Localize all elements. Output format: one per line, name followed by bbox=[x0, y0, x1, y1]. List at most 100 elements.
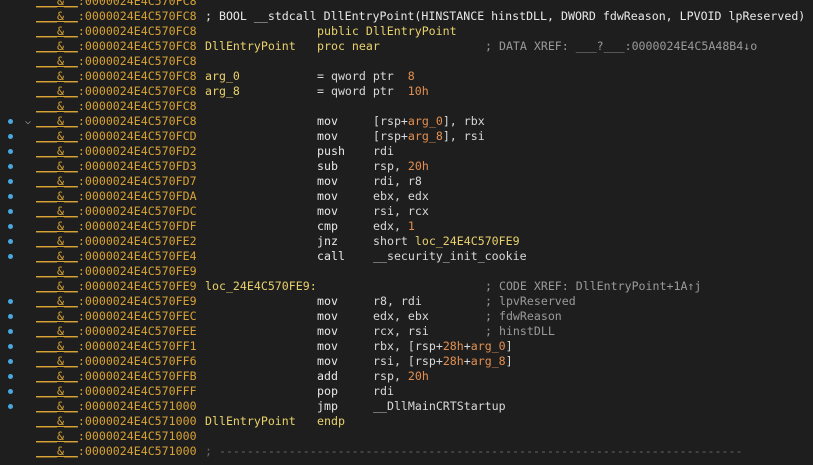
instruction-mnemonic[interactable]: sub bbox=[317, 159, 373, 174]
collapse-chevron-icon[interactable]: ⌵ bbox=[25, 114, 31, 129]
line-label[interactable]: loc_24E4C570FE9: bbox=[205, 279, 317, 294]
listing-line[interactable]: ___&__:0000024E4C570FCD mov [rsp+arg_8], r… bbox=[8, 129, 813, 144]
listing-line[interactable]: ___&__:0000024E4C570FDA mov ebx, edx bbox=[8, 189, 813, 204]
line-address[interactable]: ___&__:0000024E4C570FCD bbox=[36, 129, 205, 144]
line-address[interactable]: ___&__:0000024E4C570FC8 bbox=[36, 9, 205, 24]
listing-line[interactable]: ___&__:0000024E4C571000 DllEntryPoint endp bbox=[36, 414, 813, 429]
listing-line[interactable]: ___&__:0000024E4C570FDF cmp edx, 1 bbox=[8, 219, 813, 234]
line-address[interactable]: ___&__:0000024E4C570FE9 bbox=[36, 294, 205, 309]
instruction-mnemonic[interactable]: mov bbox=[317, 114, 373, 129]
listing-line[interactable]: ___&__:0000024E4C570FE9 mov r8, rdi; lpvRe… bbox=[8, 294, 813, 309]
line-address[interactable]: ___&__:0000024E4C570FEE bbox=[36, 324, 205, 339]
line-address[interactable]: ___&__:0000024E4C570FDA bbox=[36, 189, 205, 204]
listing-line[interactable]: ___&__:0000024E4C571000 jmp __DllMainCRTSt… bbox=[8, 399, 813, 414]
listing-line[interactable]: ___&__:0000024E4C570FE2 jnz short loc_24E4… bbox=[8, 234, 813, 249]
listing-line[interactable]: ___&__:0000024E4C570FE9 bbox=[36, 264, 813, 279]
instruction-operands[interactable]: edx, ebx bbox=[373, 309, 485, 324]
line-address[interactable]: ___&__:0000024E4C570FC8 bbox=[36, 114, 205, 129]
line-address[interactable]: ___&__:0000024E4C570FC8 bbox=[36, 99, 205, 114]
line-address[interactable]: ___&__:0000024E4C570FE2 bbox=[36, 234, 205, 249]
line-address[interactable]: ___&__:0000024E4C571000 bbox=[36, 414, 205, 429]
line-label[interactable]: arg_0 bbox=[205, 69, 317, 84]
listing-line[interactable]: ___&__:0000024E4C571000; ---------------… bbox=[36, 444, 813, 459]
listing-line[interactable]: ___&__:0000024E4C570FD3 sub rsp, 20h bbox=[8, 159, 813, 174]
instruction-operands[interactable]: rdi, r8 bbox=[373, 174, 422, 189]
instruction-operands[interactable]: r8, rdi bbox=[373, 294, 485, 309]
listing-line[interactable]: ___&__:0000024E4C570FEE mov rcx, rsi; hins… bbox=[8, 324, 813, 339]
line-address[interactable]: ___&__:0000024E4C570FD3 bbox=[36, 159, 205, 174]
instruction-mnemonic[interactable]: pop bbox=[317, 384, 373, 399]
listing-line[interactable]: ___&__:0000024E4C571000 bbox=[36, 429, 813, 444]
instruction-operands[interactable]: rdi bbox=[373, 144, 394, 159]
listing-line[interactable]: ___&__:0000024E4C570FC8 DllEntryPoint proc… bbox=[36, 39, 813, 54]
line-address[interactable]: ___&__:0000024E4C570FE9 bbox=[36, 264, 205, 279]
line-address[interactable]: ___&__:0000024E4C570FD7 bbox=[36, 174, 205, 189]
line-address[interactable]: ___&__:0000024E4C570FD2 bbox=[36, 144, 205, 159]
line-address[interactable]: ___&__:0000024E4C570FC8 bbox=[36, 69, 205, 84]
listing-line[interactable]: ⌵ ___&__:0000024E4C570FC8 mov [rsp+arg_0], … bbox=[8, 114, 813, 129]
instruction-operands[interactable]: rcx, rsi bbox=[373, 324, 485, 339]
instruction-mnemonic[interactable]: mov bbox=[317, 189, 373, 204]
line-address[interactable]: ___&__:0000024E4C570FE9 bbox=[36, 279, 205, 294]
instruction-operands[interactable]: [rsp+arg_8], rsi bbox=[373, 129, 485, 144]
instruction-operands[interactable]: [rsp+arg_0], rbx bbox=[373, 114, 485, 129]
line-address[interactable]: ___&__:0000024E4C570FF6 bbox=[36, 354, 205, 369]
line-address[interactable]: ___&__:0000024E4C570FC8 bbox=[36, 39, 205, 54]
instruction-operands[interactable]: rsi, rcx bbox=[373, 204, 429, 219]
instruction-operands[interactable]: rsp, 20h bbox=[373, 369, 429, 384]
instruction-mnemonic[interactable]: mov bbox=[317, 324, 373, 339]
listing-line[interactable]: ___&__:0000024E4C570FC8 bbox=[36, 0, 813, 9]
instruction-operands[interactable]: rsi, [rsp+28h+arg_8] bbox=[373, 354, 513, 369]
listing-line[interactable]: ___&__:0000024E4C570FFB add rsp, 20h bbox=[8, 369, 813, 384]
line-address[interactable]: ___&__:0000024E4C570FC8 bbox=[36, 54, 205, 69]
listing-line[interactable]: ___&__:0000024E4C570FFF pop rdi bbox=[8, 384, 813, 399]
listing-line[interactable]: ___&__:0000024E4C570FDC mov rsi, rcx bbox=[8, 204, 813, 219]
instruction-mnemonic[interactable]: mov bbox=[317, 129, 373, 144]
listing-line[interactable]: ___&__:0000024E4C570FF6 mov rsi, [rsp+28h+… bbox=[8, 354, 813, 369]
line-address[interactable]: ___&__:0000024E4C570FC8 bbox=[36, 0, 205, 9]
instruction-operands[interactable]: rdi bbox=[373, 384, 394, 399]
listing-line[interactable]: ___&__:0000024E4C570FE4 call __security_in… bbox=[8, 249, 813, 264]
instruction-mnemonic[interactable]: mov bbox=[317, 354, 373, 369]
listing-line[interactable]: ___&__:0000024E4C570FD7 mov rdi, r8 bbox=[8, 174, 813, 189]
listing-line[interactable]: ___&__:0000024E4C570FC8 bbox=[36, 54, 813, 69]
instruction-operands[interactable]: __DllMainCRTStartup bbox=[373, 399, 506, 414]
instruction-operands[interactable]: short loc_24E4C570FE9 bbox=[373, 234, 520, 249]
instruction-operands[interactable]: edx, 1 bbox=[373, 219, 415, 234]
line-address[interactable]: ___&__:0000024E4C570FFF bbox=[36, 384, 205, 399]
listing-line[interactable]: ___&__:0000024E4C570FEC mov edx, ebx; fdwR… bbox=[8, 309, 813, 324]
line-label[interactable]: DllEntryPoint bbox=[205, 414, 317, 429]
listing-line[interactable]: ___&__:0000024E4C570FE9 loc_24E4C570FE9:;… bbox=[36, 279, 813, 294]
instruction-mnemonic[interactable]: mov bbox=[317, 204, 373, 219]
instruction-mnemonic[interactable]: jmp bbox=[317, 399, 373, 414]
line-address[interactable]: ___&__:0000024E4C570FEC bbox=[36, 309, 205, 324]
instruction-mnemonic[interactable]: mov bbox=[317, 294, 373, 309]
line-address[interactable]: ___&__:0000024E4C570FE4 bbox=[36, 249, 205, 264]
line-address[interactable]: ___&__:0000024E4C570FC8 bbox=[36, 24, 205, 39]
line-address[interactable]: ___&__:0000024E4C571000 bbox=[36, 399, 205, 414]
listing-line[interactable]: ___&__:0000024E4C570FC8 arg_0 = qword ptr … bbox=[36, 69, 813, 84]
instruction-mnemonic[interactable]: push bbox=[317, 144, 373, 159]
listing-line[interactable]: ___&__:0000024E4C570FD2 push rdi bbox=[8, 144, 813, 159]
instruction-operands[interactable]: ebx, edx bbox=[373, 189, 429, 204]
disassembly-view[interactable]: ___&__:0000024E4C570FC8 ___&__:0000024E4C… bbox=[0, 0, 813, 465]
listing-line[interactable]: ___&__:0000024E4C570FC8 public DllEntryPo… bbox=[36, 24, 813, 39]
line-address[interactable]: ___&__:0000024E4C570FFB bbox=[36, 369, 205, 384]
line-address[interactable]: ___&__:0000024E4C570FF1 bbox=[36, 339, 205, 354]
disassembly-listing[interactable]: ___&__:0000024E4C570FC8 ___&__:0000024E4C… bbox=[8, 0, 813, 459]
instruction-mnemonic[interactable]: cmp bbox=[317, 219, 373, 234]
instruction-mnemonic[interactable]: jnz bbox=[317, 234, 373, 249]
listing-line[interactable]: ___&__:0000024E4C570FC8 arg_8 = qword ptr … bbox=[36, 84, 813, 99]
instruction-operands[interactable]: rsp, 20h bbox=[373, 159, 429, 174]
instruction-mnemonic[interactable]: mov bbox=[317, 339, 373, 354]
line-address[interactable]: ___&__:0000024E4C570FDC bbox=[36, 204, 205, 219]
instruction-mnemonic[interactable]: mov bbox=[317, 174, 373, 189]
listing-line[interactable]: ___&__:0000024E4C570FC8; BOOL __stdcall … bbox=[36, 9, 813, 24]
instruction-mnemonic[interactable]: mov bbox=[317, 309, 373, 324]
instruction-mnemonic[interactable]: add bbox=[317, 369, 373, 384]
instruction-operands[interactable]: __security_init_cookie bbox=[373, 249, 527, 264]
line-label[interactable]: DllEntryPoint bbox=[205, 39, 317, 54]
line-label[interactable]: arg_8 bbox=[205, 84, 317, 99]
listing-line[interactable]: ___&__:0000024E4C570FF1 mov rbx, [rsp+28h+… bbox=[8, 339, 813, 354]
instruction-mnemonic[interactable]: call bbox=[317, 249, 373, 264]
